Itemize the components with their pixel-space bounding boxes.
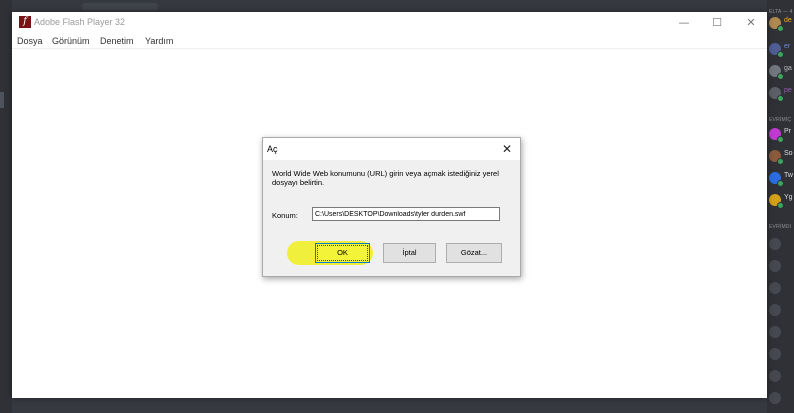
avatar [769,282,781,294]
browse-button[interactable]: Gözat... [446,243,502,263]
member-group-heading: EVRİMDI [769,224,792,230]
window-titlebar[interactable]: f Adobe Flash Player 32 — ☐ ✕ [12,12,767,34]
member-item[interactable]: pe [769,87,794,103]
menu-bar: Dosya Görünüm Denetim Yardım [12,34,767,48]
member-item[interactable]: Pr [769,128,794,144]
location-label: Konum: [272,211,298,220]
offline-member-item[interactable] [769,370,794,386]
member-item[interactable]: ga [769,65,794,81]
avatar [769,304,781,316]
cancel-button[interactable]: İptal [383,243,436,263]
menu-divider [12,48,767,49]
offline-member-item[interactable] [769,238,794,254]
ok-button[interactable]: OK [315,243,370,263]
member-item[interactable]: Yg [769,194,794,210]
online-status-icon [777,180,784,187]
online-status-icon [777,202,784,209]
online-status-icon [777,95,784,102]
minimize-button[interactable]: — [672,14,696,32]
member-item[interactable]: Tw [769,172,794,188]
offline-member-item[interactable] [769,326,794,342]
avatar [769,392,781,404]
member-name: So [784,150,793,157]
dialog-title: Aç [267,144,278,154]
window-title: Adobe Flash Player 32 [34,17,126,27]
online-status-icon [777,25,784,32]
avatar [769,238,781,250]
member-item[interactable]: So [769,150,794,166]
menu-yardim[interactable]: Yardım [145,36,173,46]
member-name: de [784,17,792,24]
avatar [769,370,781,382]
flash-logo-icon: f [19,16,31,28]
menu-gorunum[interactable]: Görünüm [52,36,90,46]
avatar [769,326,781,338]
maximize-button[interactable]: ☐ [705,14,729,32]
menu-denetim[interactable]: Denetim [100,36,134,46]
member-name: pe [784,87,792,94]
online-status-icon [777,73,784,80]
menu-dosya[interactable]: Dosya [17,36,43,46]
close-button[interactable]: ✕ [739,14,763,32]
online-status-icon [777,51,784,58]
member-item[interactable]: de [769,17,794,33]
dialog-titlebar[interactable]: Aç ✕ [263,138,520,160]
topbar-search-pill[interactable] [82,3,158,10]
member-group-heading: EVRİMİÇ [769,117,792,123]
discord-server-sidebar [0,0,12,413]
online-status-icon [777,158,784,165]
discord-topbar [12,0,767,12]
offline-member-item[interactable] [769,304,794,320]
online-status-icon [777,136,784,143]
member-name: Pr [784,128,791,135]
member-name: ga [784,65,792,72]
offline-member-item[interactable] [769,348,794,364]
dialog-close-icon[interactable]: ✕ [499,141,515,157]
location-input[interactable] [312,207,500,221]
member-item[interactable]: er [769,43,794,59]
avatar [769,260,781,272]
member-name: er [784,43,791,50]
offline-member-item[interactable] [769,260,794,276]
offline-member-item[interactable] [769,282,794,298]
member-name: Yg [784,194,793,201]
member-name: Tw [784,172,793,179]
member-group-heading: ELTA — 4 [769,9,793,15]
dialog-message: World Wide Web konumunu (URL) girin veya… [272,169,499,187]
ok-button-label: OK [317,245,368,261]
offline-member-item[interactable] [769,392,794,408]
avatar [769,348,781,360]
discord-bottom-strip [12,398,767,413]
server-indicator [0,92,4,108]
